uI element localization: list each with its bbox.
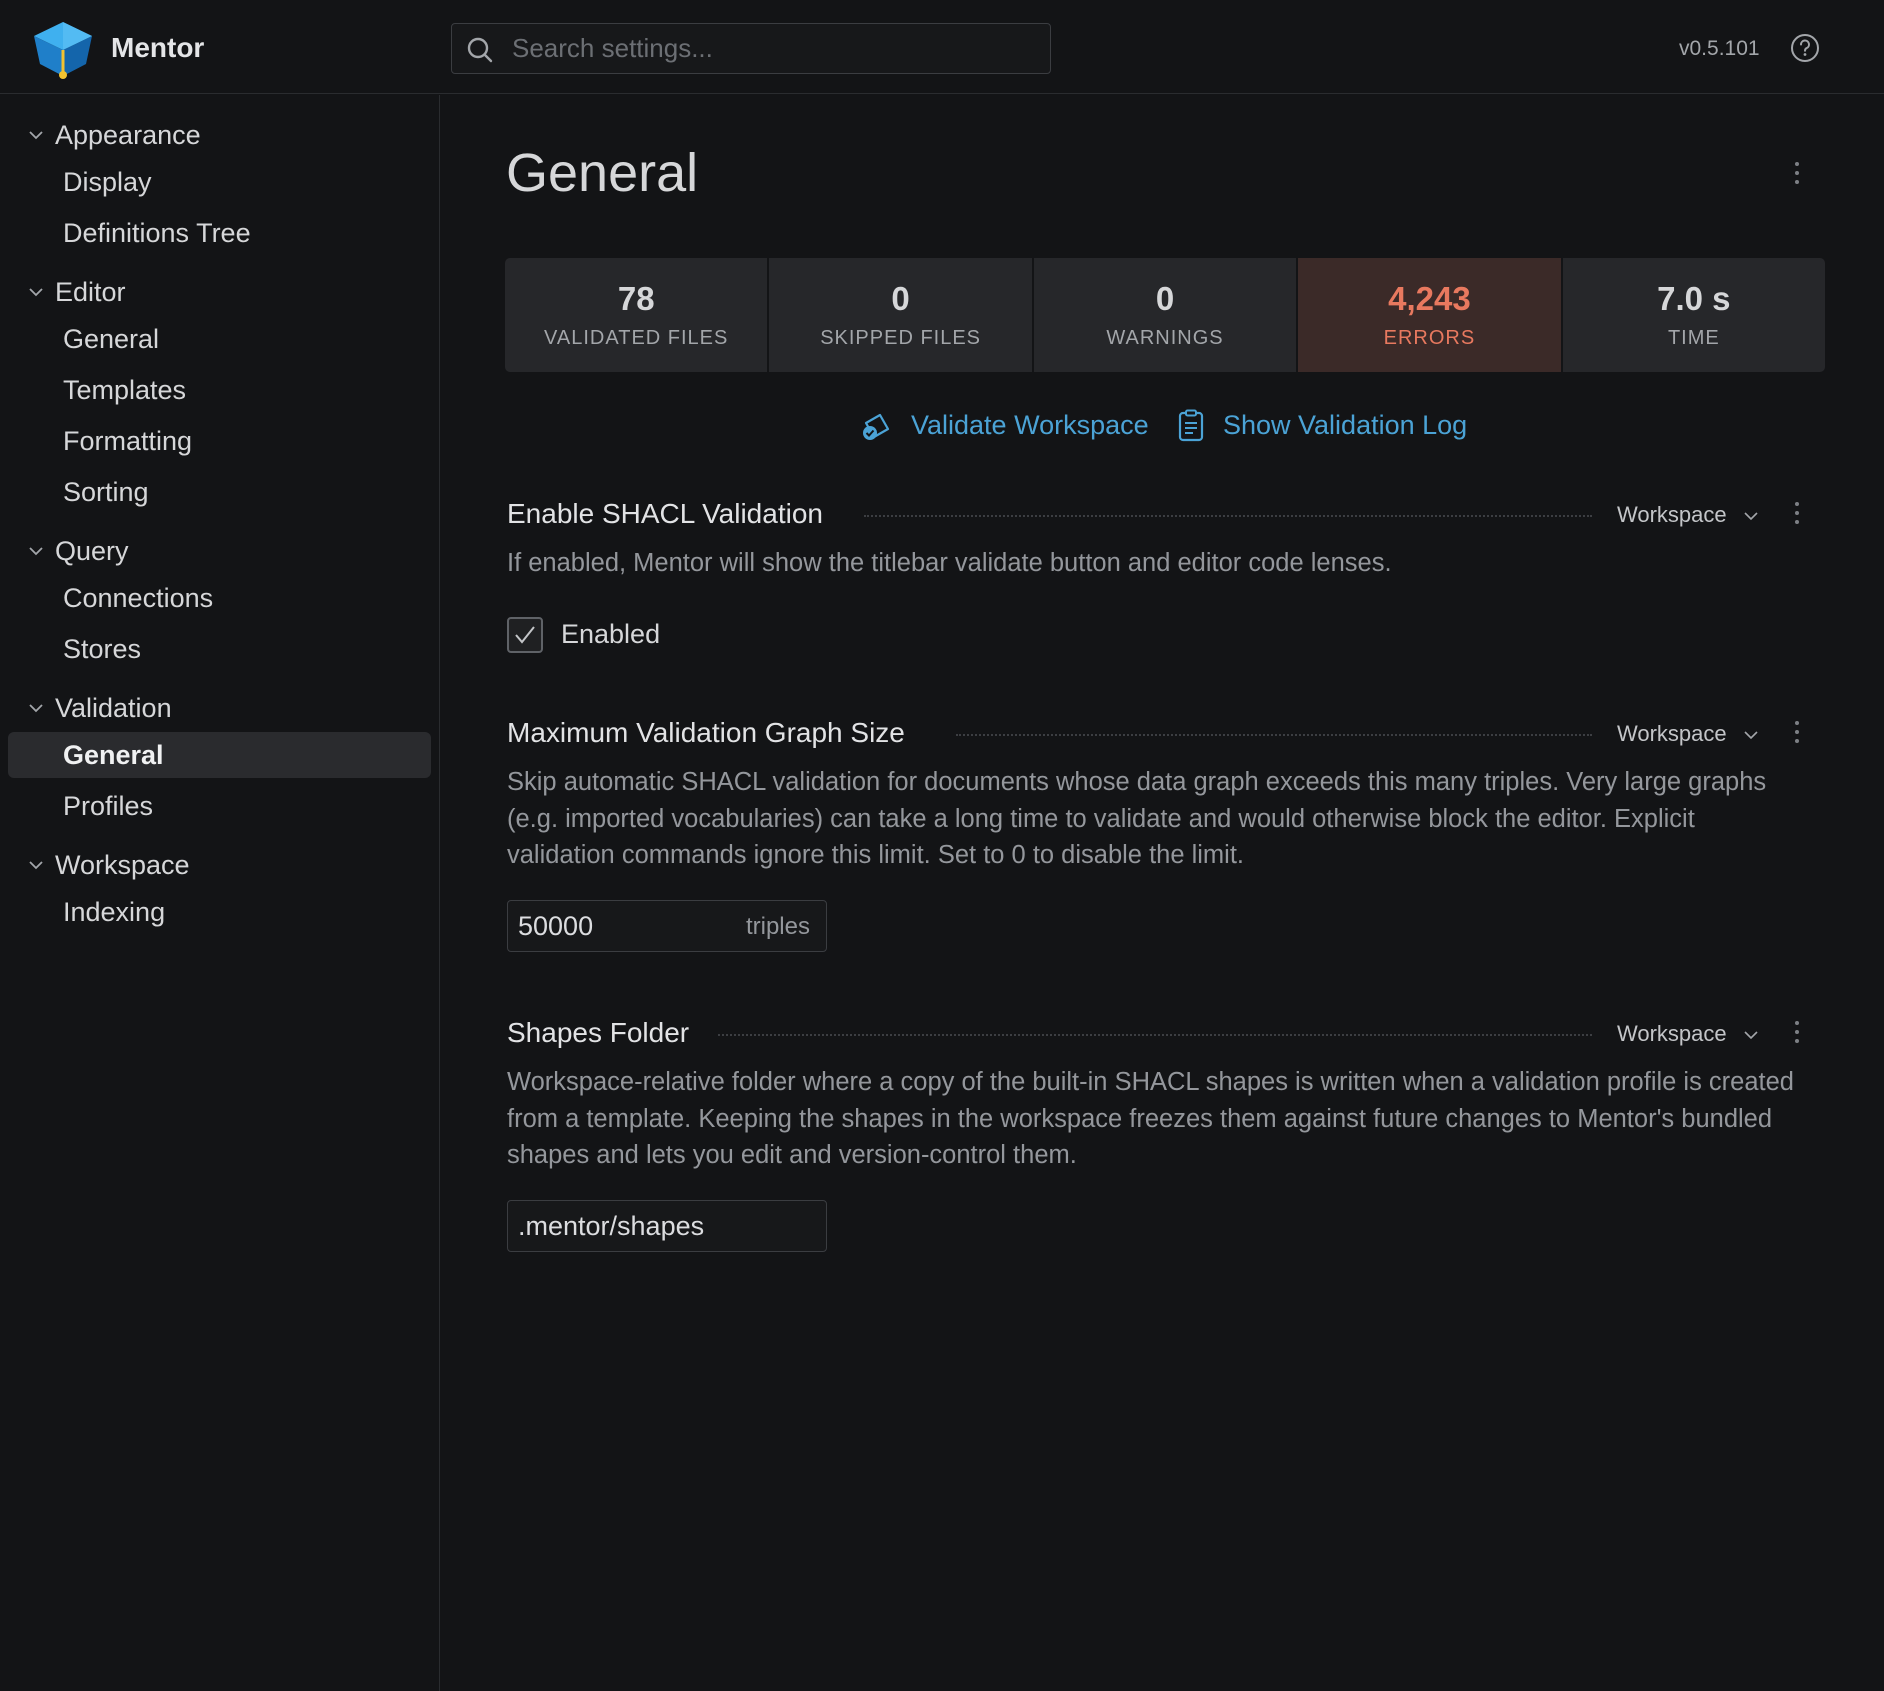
setting-title-shapes-folder: Shapes Folder [507,1017,690,1048]
sidebar-group-workspace[interactable]: Workspace [0,844,440,884]
sidebar-item-label: Formatting [63,426,193,456]
sidebar-item-label: Stores [63,634,142,664]
setting-description: Workspace-relative folder where a copy o… [507,1068,1794,1169]
stat-value: 4,243 [1388,280,1471,317]
sidebar-group-label: Editor [55,277,126,307]
shapes-folder-input[interactable]: .mentor/shapes [507,1200,827,1252]
chevron-down-icon [1744,731,1758,740]
stat-time: 7.0 s TIME [1562,258,1826,372]
sidebar-item-label: Templates [63,375,187,405]
setting-menu-kebab-icon[interactable] [1792,500,1802,526]
sidebar-item-label: Definitions Tree [63,218,251,248]
sidebar-group-appearance[interactable]: Appearance [0,114,440,154]
setting-description: Skip automatic SHACL validation for docu… [507,768,1767,869]
check-icon [515,626,535,644]
sidebar-item-formatting[interactable]: Formatting [8,418,431,464]
field-value: .mentor/shapes [518,1211,705,1241]
sidebar-group-label: Workspace [55,850,190,880]
sidebar-group-label: Validation [55,693,172,723]
scope-label: Workspace [1617,1021,1727,1046]
sidebar-item-sorting[interactable]: Sorting [8,469,431,515]
chevron-down-icon [29,547,43,556]
chevron-down-icon [29,288,43,297]
setting-divider [718,1034,1592,1036]
sidebar-item-label: Display [63,167,152,197]
stat-value: 0 [1155,280,1175,317]
stat-caption: SKIPPED FILES [820,327,982,349]
chevron-down-icon [29,861,43,870]
sidebar-item-profiles[interactable]: Profiles [8,783,431,829]
sidebar-group-label: Appearance [55,120,201,150]
setting-description: If enabled, Mentor will show the titleba… [507,549,1392,577]
scope-label: Workspace [1617,502,1727,527]
max-graph-size-input[interactable]: 50000 triples [507,900,827,952]
chevron-down-icon [29,131,43,140]
setting-title-enable-shacl: Enable SHACL Validation [507,498,823,529]
stat-validated-files: 78 VALIDATED FILES [505,258,768,372]
search-icon [467,37,493,63]
stat-value: 78 [617,280,655,317]
page-title: General [506,143,699,203]
sidebar-item-definitions-tree[interactable]: Definitions Tree [8,210,431,256]
settings-sidebar: Appearance Display Definitions Tree Edit… [0,95,440,1691]
stat-caption: TIME [1667,327,1720,349]
chevron-down-icon [1744,512,1758,521]
scope-label: Workspace [1617,721,1727,746]
sidebar-item-editor-general[interactable]: General [8,316,431,362]
stat-caption: ERRORS [1383,327,1476,349]
sidebar-item-label: General [63,740,164,770]
show-validation-log-label: Show Validation Log [1223,410,1468,440]
sidebar-item-stores[interactable]: Stores [8,626,431,672]
sidebar-item-display[interactable]: Display [8,159,431,205]
setting-menu-kebab-icon[interactable] [1792,719,1802,745]
sidebar-item-indexing[interactable]: Indexing [8,889,431,935]
page-menu-kebab-icon[interactable] [1792,160,1802,186]
search-box[interactable] [451,23,1051,74]
field-value: 50000 [518,911,594,941]
scope-dropdown[interactable]: Workspace [1617,721,1758,747]
stat-caption: VALIDATED FILES [544,327,729,349]
stat-errors: 4,243 ERRORS [1298,258,1561,372]
chevron-down-icon [29,704,43,713]
search-input[interactable] [512,24,1032,73]
validation-stats: 78 VALIDATED FILES 0 SKIPPED FILES 0 WAR… [505,258,1826,372]
app-name: Mentor [111,32,205,63]
scope-dropdown[interactable]: Workspace [1617,502,1758,528]
mentor-logo-icon [34,22,92,79]
stat-skipped-files: 0 SKIPPED FILES [769,258,1032,372]
validate-icon [863,413,890,440]
sidebar-item-label: Connections [63,583,214,613]
sidebar-group-validation[interactable]: Validation [0,687,440,727]
setting-title-max-graph-size: Maximum Validation Graph Size [507,717,905,748]
enabled-checkbox-label[interactable]: Enabled [561,619,660,650]
sidebar-group-editor[interactable]: Editor [0,271,440,311]
chevron-down-icon [1744,1031,1758,1040]
stat-warnings: 0 WARNINGS [1033,258,1297,372]
sidebar-item-connections[interactable]: Connections [8,575,431,621]
enabled-checkbox[interactable] [507,617,543,653]
help-circle-icon[interactable] [1790,33,1820,63]
field-unit: triples [745,913,810,940]
log-icon [1178,409,1204,442]
validate-workspace-label: Validate Workspace [911,410,1149,440]
stat-caption: WARNINGS [1106,327,1224,349]
sidebar-item-label: Sorting [63,477,149,507]
scope-dropdown[interactable]: Workspace [1617,1021,1758,1047]
setting-divider [864,515,1592,517]
sidebar-group-label: Query [55,536,129,566]
sidebar-item-validation-general[interactable]: General [8,732,431,778]
setting-divider [956,734,1592,736]
sidebar-group-query[interactable]: Query [0,530,440,570]
stat-value: 7.0 s [1657,280,1731,317]
top-header: Mentor v0.5.101 [0,0,1884,94]
stat-value: 0 [891,280,910,317]
version-label: v0.5.101 [1679,37,1760,60]
sidebar-item-templates[interactable]: Templates [8,367,431,413]
setting-menu-kebab-icon[interactable] [1792,1019,1802,1045]
sidebar-item-label: General [63,324,160,354]
sidebar-item-label: Profiles [63,791,154,821]
sidebar-item-label: Indexing [63,897,166,927]
